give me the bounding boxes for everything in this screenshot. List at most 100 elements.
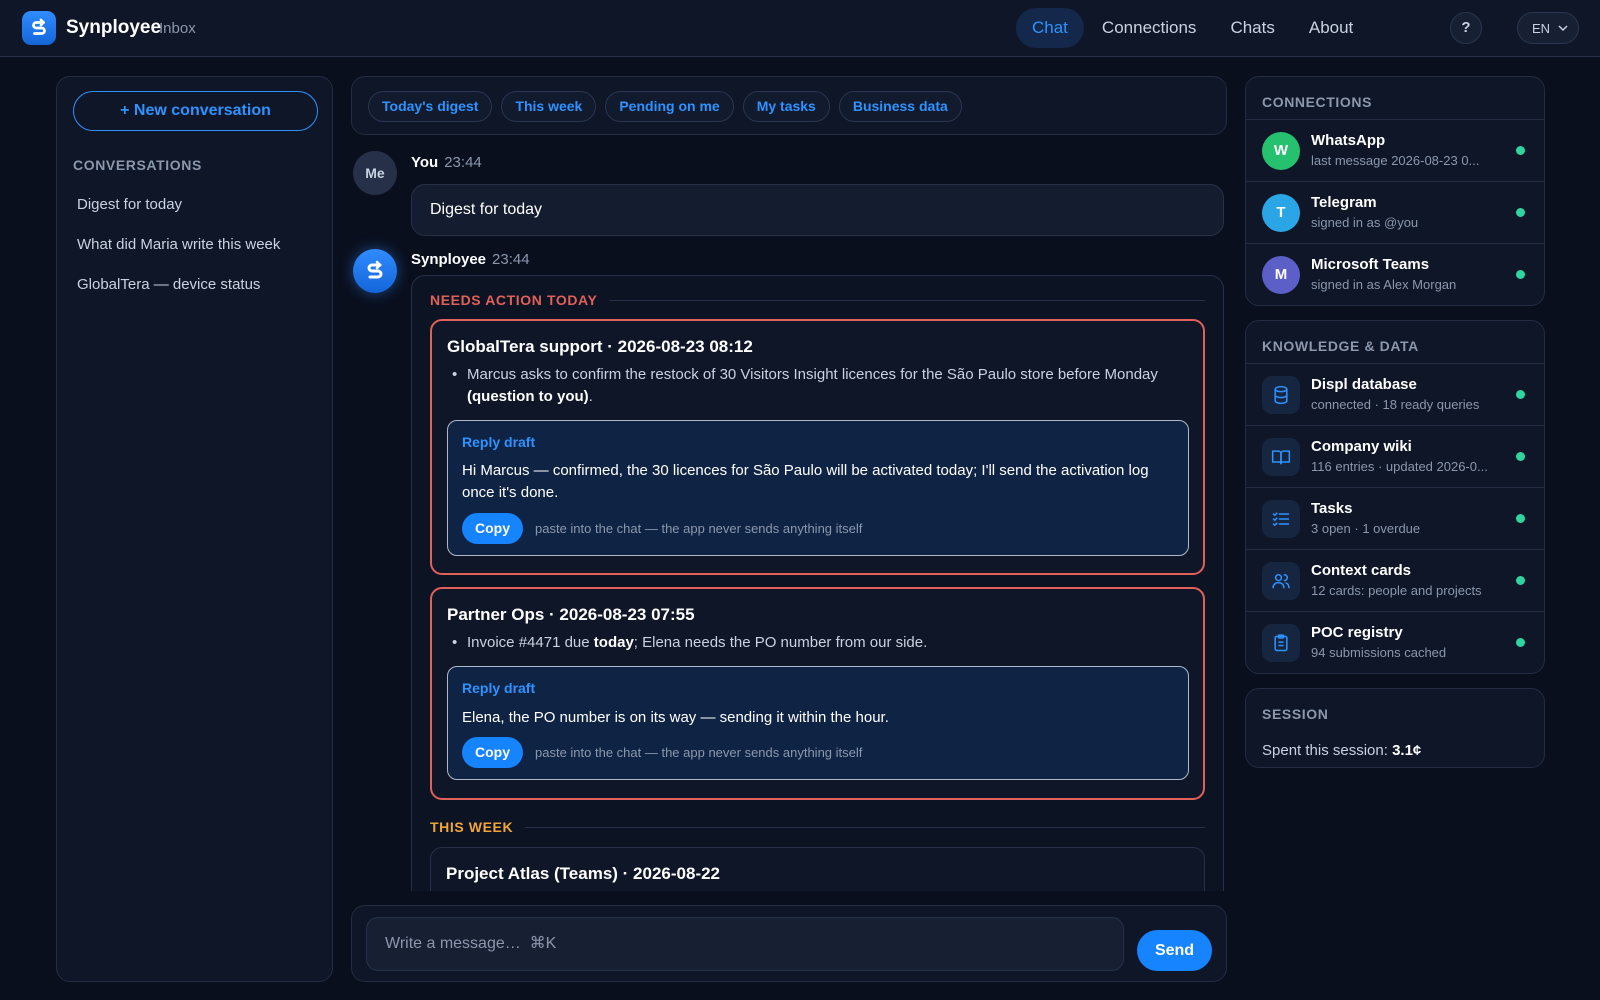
knowledge-title: KNOWLEDGE & DATA [1262, 338, 1419, 354]
needs-action-title: NEEDS ACTION TODAY [430, 292, 598, 308]
copy-button[interactable]: Copy [462, 737, 523, 768]
card-title: GlobalTera support · 2026-08-23 08:12 [447, 337, 753, 356]
status-dot [1516, 390, 1525, 399]
status-dot [1516, 638, 1525, 647]
connection-name: Microsoft Teams [1311, 256, 1430, 273]
reply-draft: Reply draft Elena, the PO number is on i… [447, 666, 1189, 780]
reply-draft-text[interactable]: Hi Marcus — confirmed, the 30 licences f… [462, 460, 1174, 504]
message-composer: Send [351, 905, 1227, 982]
bullet-text: . [588, 388, 593, 405]
digest-card: Project Atlas (Teams) · 2026-08-22 [430, 847, 1205, 891]
copy-note: paste into the chat — the app never send… [535, 521, 863, 536]
brand-name: Synployee [66, 17, 162, 38]
help-button[interactable]: ? [1450, 12, 1482, 44]
card-bullet: Marcus asks to confirm the restock of 30… [447, 364, 1177, 408]
conversation-item[interactable]: GlobalTera — device status [73, 265, 318, 305]
knowledge-status-text: 3 open · 1 overdue [1311, 521, 1421, 536]
reply-draft-label: Reply draft [462, 680, 536, 696]
reply-draft-label: Reply draft [462, 434, 536, 450]
reply-draft-text[interactable]: Elena, the PO number is on its way — sen… [462, 707, 1174, 729]
user-message-header: You 23:44 [411, 154, 482, 171]
session-cost-value: 3.1¢ [1392, 742, 1422, 759]
connection-teams[interactable]: M Microsoft Teams signed in as Alex Morg… [1246, 243, 1544, 305]
needs-action-header: NEEDS ACTION TODAY [430, 292, 1205, 308]
user-sender: You [411, 154, 439, 171]
connection-name: Telegram [1311, 194, 1377, 211]
bullet-emphasis: (question to you) [467, 388, 589, 405]
bot-message-header: Synployee 23:44 [411, 251, 530, 268]
app-logo[interactable] [22, 11, 56, 45]
connection-status-text: signed in as @you [1311, 215, 1419, 230]
session-title: SESSION [1262, 706, 1329, 722]
digest-card: Partner Ops · 2026-08-23 07:55 Invoice #… [430, 587, 1205, 800]
knowledge-status-text: 94 submissions cached [1311, 645, 1447, 660]
logo-icon [367, 260, 383, 279]
user-avatar: Me [353, 151, 397, 195]
knowledge-item-tasks[interactable]: Tasks 3 open · 1 overdue [1246, 487, 1544, 549]
chip-todays-digest[interactable]: Today's digest [368, 91, 493, 122]
connection-whatsapp[interactable]: W WhatsApp last message 2026-08-23 0... [1246, 119, 1544, 181]
checklist-icon [1262, 500, 1300, 538]
connections-title: CONNECTIONS [1262, 94, 1373, 110]
bullet-text: ; Elena needs the PO number from our sid… [633, 634, 928, 651]
knowledge-name: Displ database [1311, 376, 1417, 393]
knowledge-name: Tasks [1311, 500, 1353, 517]
knowledge-name: Context cards [1311, 562, 1412, 579]
chip-this-week[interactable]: This week [501, 91, 597, 122]
message-input[interactable] [366, 917, 1124, 971]
session-cost: Spent this session: 3.1¢ [1262, 742, 1421, 759]
reply-draft: Reply draft Hi Marcus — confirmed, the 3… [447, 420, 1189, 556]
top-bar: Synployee Inbox Chat Connections Chats A… [0, 0, 1600, 57]
nav-chats[interactable]: Chats [1214, 8, 1290, 48]
conversations-sidebar: + New conversation CONVERSATIONS Digest … [56, 76, 333, 982]
nav-about[interactable]: About [1293, 8, 1369, 48]
this-week-title: THIS WEEK [430, 819, 514, 835]
chip-business-data[interactable]: Business data [838, 91, 962, 122]
knowledge-item-poc-registry[interactable]: POC registry 94 submissions cached [1246, 611, 1544, 673]
status-dot [1516, 270, 1525, 279]
conversation-item[interactable]: Digest for today [73, 185, 318, 225]
language-label: EN [1532, 20, 1551, 36]
conversation-list: Digest for today What did Maria write th… [73, 185, 318, 305]
chip-pending-on-me[interactable]: Pending on me [605, 91, 734, 122]
knowledge-item-context-cards[interactable]: Context cards 12 cards: people and proje… [1246, 549, 1544, 611]
clipboard-icon [1262, 624, 1300, 662]
connection-telegram[interactable]: T Telegram signed in as @you [1246, 181, 1544, 243]
conversation-item[interactable]: What did Maria write this week [73, 225, 318, 265]
knowledge-panel: KNOWLEDGE & DATA Displ database connecte… [1245, 320, 1545, 674]
nav-chat[interactable]: Chat [1016, 8, 1084, 48]
nav-connections[interactable]: Connections [1086, 8, 1213, 48]
copy-note: paste into the chat — the app never send… [535, 745, 863, 760]
copy-button[interactable]: Copy [462, 513, 523, 544]
this-week-header: THIS WEEK [430, 819, 1205, 835]
bullet-text: Marcus asks to confirm the restock of 30… [467, 366, 1158, 383]
bot-avatar [353, 249, 397, 293]
people-icon [1262, 562, 1300, 600]
status-dot [1516, 514, 1525, 523]
logo-icon [32, 18, 46, 35]
session-cost-label: Spent this session: [1262, 742, 1388, 759]
knowledge-item-database[interactable]: Displ database connected · 18 ready quer… [1246, 363, 1544, 425]
new-conversation-button[interactable]: + New conversation [73, 91, 318, 131]
bot-message-time: 23:44 [492, 251, 530, 268]
user-message-time: 23:44 [444, 154, 482, 171]
session-panel: SESSION Spent this session: 3.1¢ [1245, 688, 1545, 768]
brand-subtitle: Inbox [159, 20, 196, 37]
connections-panel: CONNECTIONS W WhatsApp last message 2026… [1245, 76, 1545, 306]
whatsapp-icon: W [1262, 132, 1300, 170]
bullet-text: Invoice #4471 due [467, 634, 594, 651]
user-message-bubble: Digest for today [411, 184, 1224, 236]
connection-name: WhatsApp [1311, 132, 1386, 149]
language-select[interactable]: EN [1517, 12, 1579, 44]
send-button[interactable]: Send [1137, 930, 1212, 971]
card-bullet: Invoice #4471 due today; Elena needs the… [447, 632, 1177, 654]
status-dot [1516, 576, 1525, 585]
card-title: Project Atlas (Teams) · 2026-08-22 [446, 864, 721, 883]
connection-status-text: signed in as Alex Morgan [1311, 277, 1457, 292]
knowledge-status-text: connected · 18 ready queries [1311, 397, 1480, 412]
quick-prompts-bar: Today's digest This week Pending on me M… [351, 76, 1227, 135]
knowledge-item-wiki[interactable]: Company wiki 116 entries · updated 2026-… [1246, 425, 1544, 487]
knowledge-status-text: 116 entries · updated 2026-0... [1311, 459, 1488, 474]
chip-my-tasks[interactable]: My tasks [742, 91, 830, 122]
status-dot [1516, 146, 1525, 155]
